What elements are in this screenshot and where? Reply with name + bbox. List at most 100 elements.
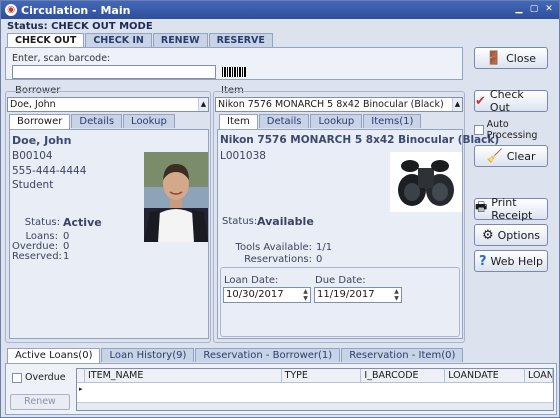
auto-processing-option[interactable]: Auto Processing [474,119,559,141]
check-out-button[interactable]: ✔ Check Out [474,88,548,114]
item-select-value: Nikon 7576 MONARCH 5 8x42 Binocular (Bla… [218,99,444,110]
overdue-filter-label: Overdue [25,372,66,383]
tab-renew[interactable]: RENEW [152,33,208,47]
window-title: Circulation - Main [21,3,131,17]
status-line: Status: CHECK OUT MODE [7,21,153,32]
tab-borrower[interactable]: Borrower [9,114,71,129]
due-date-value: 11/19/2017 [317,289,375,300]
options-label: Options [497,228,541,242]
tab-check-in[interactable]: CHECK IN [85,33,152,47]
item-tabs: Item Details Lookup Items(1) [219,114,422,129]
loans-panel: Overdue Renew ITEM_NAME TYPE I_BARCODE L… [5,363,557,415]
tools-available-value: 1/1 [316,242,333,253]
renew-button[interactable]: Renew [10,394,70,410]
tab-item-details[interactable]: Details [258,114,310,128]
item-title: Nikon 7576 MONARCH 5 8x42 Binocular (Bla… [220,134,500,146]
spinner-icon[interactable]: ▲ [198,98,208,111]
door-exit-icon: 🚪 [485,50,503,66]
tab-items[interactable]: Items(1) [363,114,422,128]
tab-reservation-item[interactable]: Reservation - Item(0) [341,348,464,362]
options-icon: ⚙ [481,227,494,243]
bottom-tabs: Active Loans(0) Loan History(9) Reservat… [7,348,464,363]
reserved-value: 1 [63,251,70,262]
scan-panel: Enter, scan barcode: [5,47,463,80]
spinner-icon[interactable]: ▲ [452,98,462,111]
borrower-panel: Doe, John B00104 555-444-4444 Student St… [9,129,209,339]
due-date-field[interactable]: 11/19/2017 ▲ ▼ [314,287,402,303]
column-loan[interactable]: LOAN [525,369,553,382]
borrower-name: Doe, John [12,134,72,147]
tab-borrower-details[interactable]: Details [71,114,123,128]
overdue-checkbox[interactable] [12,372,22,383]
loan-date-value: 10/30/2017 [226,289,284,300]
item-photo [390,152,462,212]
loan-date-label: Loan Date: [224,275,279,286]
circulation-window: ◉ Circulation - Main ▁ ▢ ✕ Status: CHECK… [0,0,560,418]
check-out-label: Check Out [489,88,524,114]
barcode-icon[interactable] [222,67,246,77]
web-help-button[interactable]: ? Web Help [474,250,548,272]
borrower-status-label: Status: [24,217,60,228]
date-spinner-icon[interactable]: ▲ ▼ [301,288,310,302]
tab-borrower-lookup[interactable]: Lookup [123,114,175,128]
borrower-id: B00104 [12,150,53,162]
borrower-status-value: Active [63,216,102,229]
reservations-label: Reservations: [244,254,312,265]
item-id: L001038 [220,150,266,162]
tools-available-label: Tools Available: [235,242,312,253]
reserved-label: Reserved: [12,251,62,262]
loan-date-field[interactable]: 10/30/2017 ▲ ▼ [223,287,311,303]
borrower-select-value: Doe, John [10,99,56,110]
print-receipt-label: Print Receipt [491,196,533,222]
title-bar: ◉ Circulation - Main ▁ ▢ ✕ [1,1,559,19]
close-button[interactable]: 🚪 Close [474,47,548,69]
mode-tabs: CHECK OUT CHECK IN RENEW RESERVE [7,33,274,48]
item-panel: Nikon 7576 MONARCH 5 8x42 Binocular (Bla… [217,129,499,339]
auto-processing-checkbox[interactable] [474,125,484,135]
auto-processing-label: Auto Processing [486,119,538,141]
eraser-icon: 🧹 [486,148,503,164]
column-loandate[interactable]: LOANDATE [445,369,526,382]
close-button-label: Close [506,51,537,65]
borrower-type: Student [12,179,54,191]
reservations-value: 0 [316,254,323,265]
item-status-label: Status: [222,216,258,227]
print-receipt-button[interactable]: 🖶 Print Receipt [474,196,548,222]
tab-item-lookup[interactable]: Lookup [310,114,363,128]
grid-row-indicator [77,369,85,382]
barcode-input[interactable] [12,65,216,79]
borrower-select[interactable]: Doe, John ▲ [7,97,209,112]
minimize-icon[interactable]: ▁ [512,3,526,16]
tab-item[interactable]: Item [219,114,258,129]
checkmark-icon: ✔ [475,93,486,109]
grid-scrollbar[interactable] [77,402,553,410]
borrower-tabs: Borrower Details Lookup [9,114,176,129]
item-select[interactable]: Nikon 7576 MONARCH 5 8x42 Binocular (Bla… [215,97,463,112]
current-row-icon: ▸ [79,385,83,393]
item-status-value: Available [257,215,314,228]
column-barcode[interactable]: I_BARCODE [361,369,446,382]
borrower-photo [144,152,208,242]
tab-reserve[interactable]: RESERVE [208,33,273,47]
column-type[interactable]: TYPE [282,369,362,382]
loans-grid[interactable]: ITEM_NAME TYPE I_BARCODE LOANDATE LOAN ▸ [76,368,554,411]
app-icon: ◉ [5,4,17,16]
close-window-icon[interactable]: ✕ [542,3,556,16]
tab-reservation-borrower[interactable]: Reservation - Borrower(1) [195,348,341,362]
web-help-label: Web Help [490,254,544,268]
printer-icon: 🖶 [475,200,488,215]
date-spinner-icon[interactable]: ▲ ▼ [392,288,401,302]
tab-check-out[interactable]: CHECK OUT [7,33,85,48]
maximize-icon[interactable]: ▢ [527,3,541,16]
scan-label: Enter, scan barcode: [12,53,111,64]
clear-button[interactable]: 🧹 Clear [474,145,548,167]
tab-loan-history[interactable]: Loan History(9) [101,348,195,362]
column-item-name[interactable]: ITEM_NAME [85,369,282,382]
help-icon: ? [478,253,487,269]
due-date-label: Due Date: [315,275,366,286]
overdue-filter[interactable]: Overdue [12,372,66,383]
grid-header: ITEM_NAME TYPE I_BARCODE LOANDATE LOAN [77,369,553,383]
options-button[interactable]: ⚙ Options [474,224,548,246]
tab-active-loans[interactable]: Active Loans(0) [7,348,101,363]
clear-label: Clear [506,149,536,163]
